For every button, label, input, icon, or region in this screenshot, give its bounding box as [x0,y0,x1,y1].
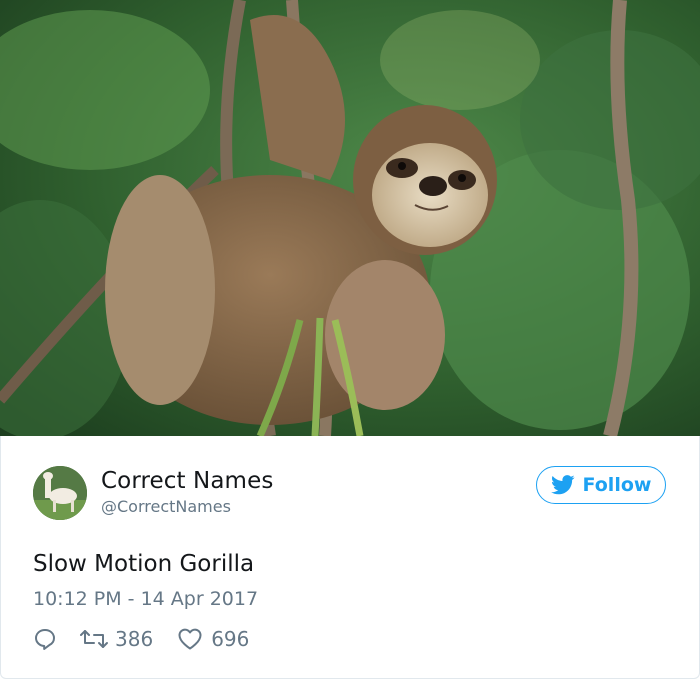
tweet-text: Slow Motion Gorilla [33,551,255,577]
llama-avatar-image [33,466,87,520]
reply-button[interactable] [33,627,57,651]
like-button[interactable]: 696 [177,627,249,651]
avatar[interactable] [33,466,87,520]
follow-button[interactable]: Follow [536,466,666,504]
tweet-card: Correct Names @CorrectNames Follow Slow … [0,436,700,679]
follow-label: Follow [582,474,652,496]
tweet-timestamp[interactable]: 10:12 PM - 14 Apr 2017 [33,588,258,610]
twitter-bird-icon [550,475,575,495]
user-handle[interactable]: @CorrectNames [101,497,231,516]
like-count: 696 [211,627,250,651]
sloth-photo-illustration [0,0,700,436]
retweet-icon [80,630,108,648]
tweet-photo[interactable] [0,0,700,436]
user-name[interactable]: Correct Names [101,468,273,494]
reply-icon [35,629,55,650]
heart-icon [178,628,202,650]
retweet-button[interactable]: 386 [79,627,153,651]
tweet-actions: 386 696 [33,626,249,652]
retweet-count: 386 [115,627,154,651]
